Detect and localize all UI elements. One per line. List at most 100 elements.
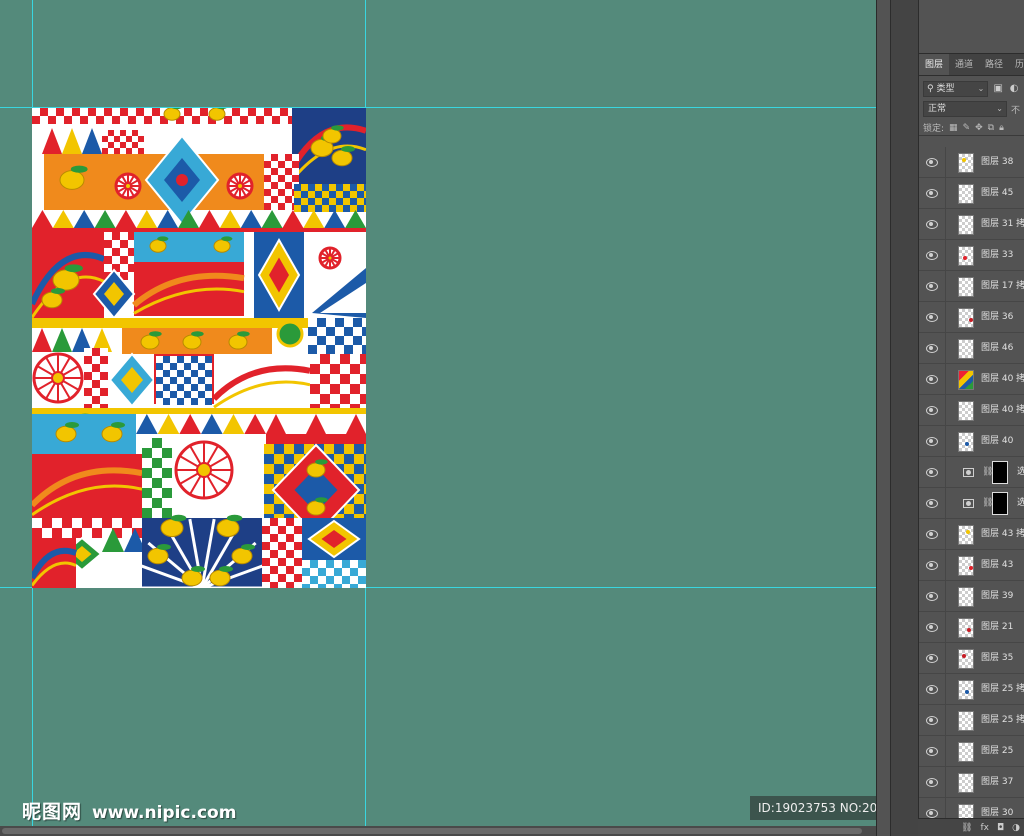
- eye-icon[interactable]: [925, 591, 939, 601]
- add-mask-icon[interactable]: ◘: [997, 823, 1004, 833]
- eye-icon[interactable]: [925, 188, 939, 198]
- eye-icon[interactable]: [925, 498, 939, 508]
- layer-row[interactable]: 图层 25 拷: [919, 705, 1024, 736]
- layer-thumbnail[interactable]: [958, 277, 974, 297]
- lock-artboard-icon[interactable]: ⧉: [988, 123, 994, 133]
- layer-name[interactable]: 选: [1017, 488, 1024, 519]
- layer-name[interactable]: 图层 35: [981, 643, 1013, 674]
- eye-icon[interactable]: [925, 157, 939, 167]
- layer-thumbnail[interactable]: [958, 370, 974, 390]
- eye-icon[interactable]: [925, 529, 939, 539]
- eye-icon[interactable]: [925, 622, 939, 632]
- adjustment-filter-icon[interactable]: ◐: [1008, 83, 1020, 95]
- layer-name[interactable]: 图层 36: [981, 302, 1013, 333]
- layer-row[interactable]: 图层 25: [919, 736, 1024, 767]
- layer-thumbnail[interactable]: [958, 556, 974, 576]
- layer-name[interactable]: 图层 38: [981, 147, 1013, 178]
- layer-name[interactable]: 图层 25 拷: [981, 705, 1024, 736]
- layer-thumbnail[interactable]: [958, 649, 974, 669]
- layer-row[interactable]: 图层 40 拷: [919, 364, 1024, 395]
- collapsed-panel-dock[interactable]: [890, 0, 918, 836]
- layer-name[interactable]: 图层 45: [981, 178, 1013, 209]
- layer-row[interactable]: 图层 31 拷: [919, 209, 1024, 240]
- lock-all-icon[interactable]: 🔒︎: [999, 123, 1004, 133]
- layer-thumbnail[interactable]: [958, 587, 974, 607]
- layer-thumbnail[interactable]: [958, 773, 974, 793]
- eye-icon[interactable]: [925, 281, 939, 291]
- sicilian-tile-pattern-artwork[interactable]: [32, 108, 366, 588]
- layer-row[interactable]: ⛓选: [919, 457, 1024, 488]
- layer-thumbnail[interactable]: [958, 432, 974, 452]
- layer-thumbnail[interactable]: [958, 711, 974, 731]
- layer-thumbnail[interactable]: [958, 339, 974, 359]
- layer-row[interactable]: 图层 36: [919, 302, 1024, 333]
- link-icon[interactable]: ⛓: [961, 823, 972, 833]
- layer-name[interactable]: 选: [1017, 457, 1024, 488]
- layer-name[interactable]: 图层 31 拷: [981, 209, 1024, 240]
- lock-position-icon[interactable]: ✥: [975, 123, 983, 133]
- layer-row[interactable]: 图层 35: [919, 643, 1024, 674]
- eye-icon[interactable]: [925, 250, 939, 260]
- mask-thumbnail[interactable]: [992, 492, 1008, 515]
- fx-icon[interactable]: fx: [981, 823, 990, 833]
- layer-row[interactable]: ⛓选: [919, 488, 1024, 519]
- tab-paths[interactable]: 路径: [979, 54, 1009, 75]
- tab-history[interactable]: 历: [1009, 54, 1024, 75]
- layer-name[interactable]: 图层 17 拷: [981, 271, 1024, 302]
- layer-row[interactable]: 图层 38: [919, 147, 1024, 178]
- layer-name[interactable]: 图层 40 拷: [981, 395, 1024, 426]
- layer-row[interactable]: 图层 46: [919, 333, 1024, 364]
- layer-name[interactable]: 图层 39: [981, 581, 1013, 612]
- layer-row[interactable]: 图层 43: [919, 550, 1024, 581]
- eye-icon[interactable]: [925, 715, 939, 725]
- layer-name[interactable]: 图层 21: [981, 612, 1013, 643]
- eye-icon[interactable]: [925, 684, 939, 694]
- layer-name[interactable]: 图层 25: [981, 736, 1013, 767]
- layer-row[interactable]: 图层 45: [919, 178, 1024, 209]
- layer-thumbnail[interactable]: [958, 153, 974, 173]
- eye-icon[interactable]: [925, 653, 939, 663]
- horizontal-scrollbar-thumb[interactable]: [2, 828, 862, 834]
- layer-thumbnail[interactable]: [958, 680, 974, 700]
- layer-row[interactable]: 图层 40: [919, 426, 1024, 457]
- lock-paint-icon[interactable]: ✎: [963, 123, 971, 133]
- layer-thumbnail[interactable]: [958, 525, 974, 545]
- layer-name[interactable]: 图层 37: [981, 767, 1013, 798]
- eye-icon[interactable]: [925, 374, 939, 384]
- layer-name[interactable]: 图层 40 拷: [981, 364, 1024, 395]
- layer-name[interactable]: 图层 46: [981, 333, 1013, 364]
- layer-name[interactable]: 图层 25 拷: [981, 674, 1024, 705]
- horizontal-scrollbar[interactable]: [0, 826, 876, 836]
- eye-icon[interactable]: [925, 746, 939, 756]
- adjustment-layer-icon[interactable]: ◑: [1012, 823, 1020, 833]
- vertical-scrollbar[interactable]: [876, 0, 890, 836]
- layer-thumbnail[interactable]: [958, 401, 974, 421]
- layer-row[interactable]: 图层 17 拷: [919, 271, 1024, 302]
- eye-icon[interactable]: [925, 312, 939, 322]
- layer-thumbnail[interactable]: [958, 215, 974, 235]
- layer-thumbnail[interactable]: [958, 618, 974, 638]
- layer-name[interactable]: 图层 40: [981, 426, 1013, 457]
- eye-icon[interactable]: [925, 405, 939, 415]
- layer-row[interactable]: 图层 43 拷: [919, 519, 1024, 550]
- layer-name[interactable]: 图层 43 拷: [981, 519, 1024, 550]
- layer-row[interactable]: 图层 21: [919, 612, 1024, 643]
- layer-thumbnail[interactable]: [958, 308, 974, 328]
- canvas-area[interactable]: 昵图网 www.nipic.com ID:19023753 NO:2025051…: [0, 0, 876, 826]
- eye-icon[interactable]: [925, 219, 939, 229]
- eye-icon[interactable]: [925, 467, 939, 477]
- tab-layers[interactable]: 图层: [919, 54, 950, 75]
- eye-icon[interactable]: [925, 343, 939, 353]
- layer-row[interactable]: 图层 39: [919, 581, 1024, 612]
- mask-thumbnail[interactable]: [992, 461, 1008, 484]
- eye-icon[interactable]: [925, 777, 939, 787]
- eye-icon[interactable]: [925, 560, 939, 570]
- layer-row[interactable]: 图层 40 拷: [919, 395, 1024, 426]
- layer-row[interactable]: 图层 25 拷: [919, 674, 1024, 705]
- layer-name[interactable]: 图层 33: [981, 240, 1013, 271]
- layer-row[interactable]: 图层 33: [919, 240, 1024, 271]
- layer-thumbnail[interactable]: [958, 742, 974, 762]
- layer-thumbnail[interactable]: [958, 246, 974, 266]
- blend-mode-select[interactable]: 正常 ⌄: [923, 101, 1007, 117]
- layer-row[interactable]: 图层 37: [919, 767, 1024, 798]
